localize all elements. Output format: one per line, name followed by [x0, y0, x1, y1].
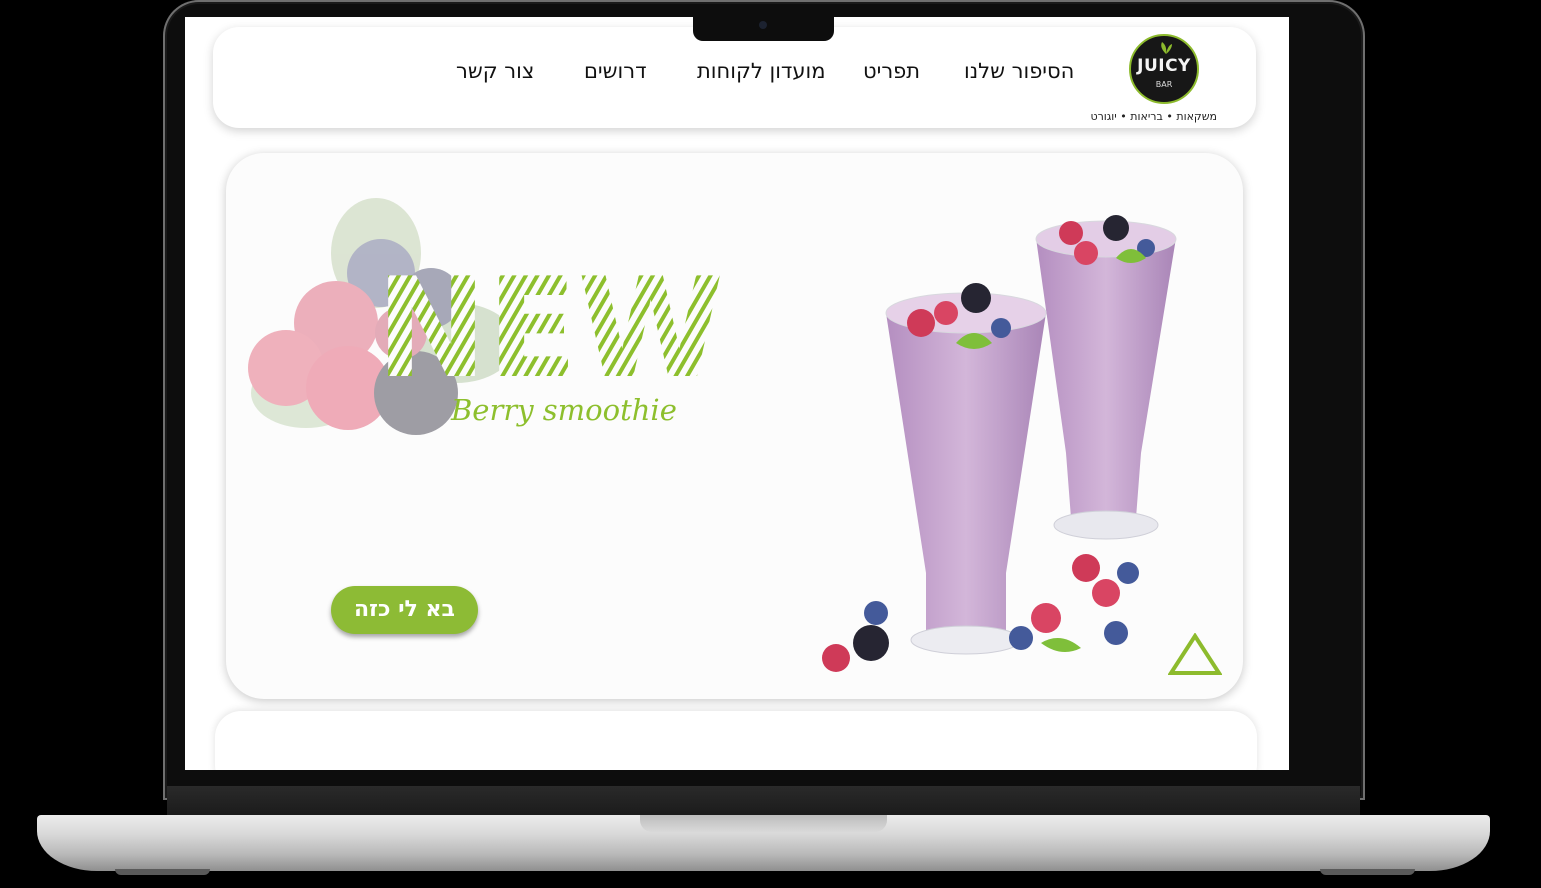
- juicy-bar-logo[interactable]: JUICY BAR משקאות • בריאות • יוגורט: [1090, 30, 1217, 128]
- laptop-hinge: [167, 786, 1360, 816]
- logo-text: JUICY: [1137, 56, 1191, 76]
- logo-tagline: משקאות • בריאות • יוגורט: [1090, 110, 1217, 123]
- hero-subtitle: Berry smoothie: [451, 393, 677, 427]
- logo-sub: BAR: [1155, 80, 1173, 89]
- nav-contact[interactable]: צור קשר: [456, 59, 534, 83]
- want-this-button[interactable]: בא לי כזה: [331, 586, 478, 634]
- nav-customer-club[interactable]: מועדון לקוחות: [697, 59, 826, 83]
- nav-our-story[interactable]: הסיפור שלנו: [964, 59, 1074, 83]
- laptop-base-notch: [640, 815, 887, 832]
- laptop-foot-left: [115, 869, 210, 875]
- scroll-up-triangle-icon[interactable]: [1168, 633, 1222, 677]
- nav-menu[interactable]: תפריט: [863, 59, 920, 83]
- smoothie-glasses-image: [822, 215, 1177, 672]
- site-header: JUICY BAR משקאות • בריאות • יוגורט הסיפו…: [213, 27, 1256, 128]
- nav-careers[interactable]: דרושים: [584, 59, 647, 83]
- camera-notch: [693, 17, 834, 41]
- new-title-text: NEW: [376, 271, 724, 381]
- camera-icon: [759, 21, 767, 29]
- laptop-screen: JUICY BAR משקאות • בריאות • יוגורט הסיפו…: [185, 17, 1289, 770]
- laptop-foot-right: [1320, 869, 1415, 875]
- new-title-graphic: NEW: [376, 271, 724, 381]
- hero-banner: NEW Berry smoothie בא לי כזה: [226, 153, 1243, 699]
- leaf-icon: [1161, 42, 1172, 54]
- next-section-card: [215, 711, 1257, 770]
- logo-badge: JUICY BAR: [1129, 34, 1199, 104]
